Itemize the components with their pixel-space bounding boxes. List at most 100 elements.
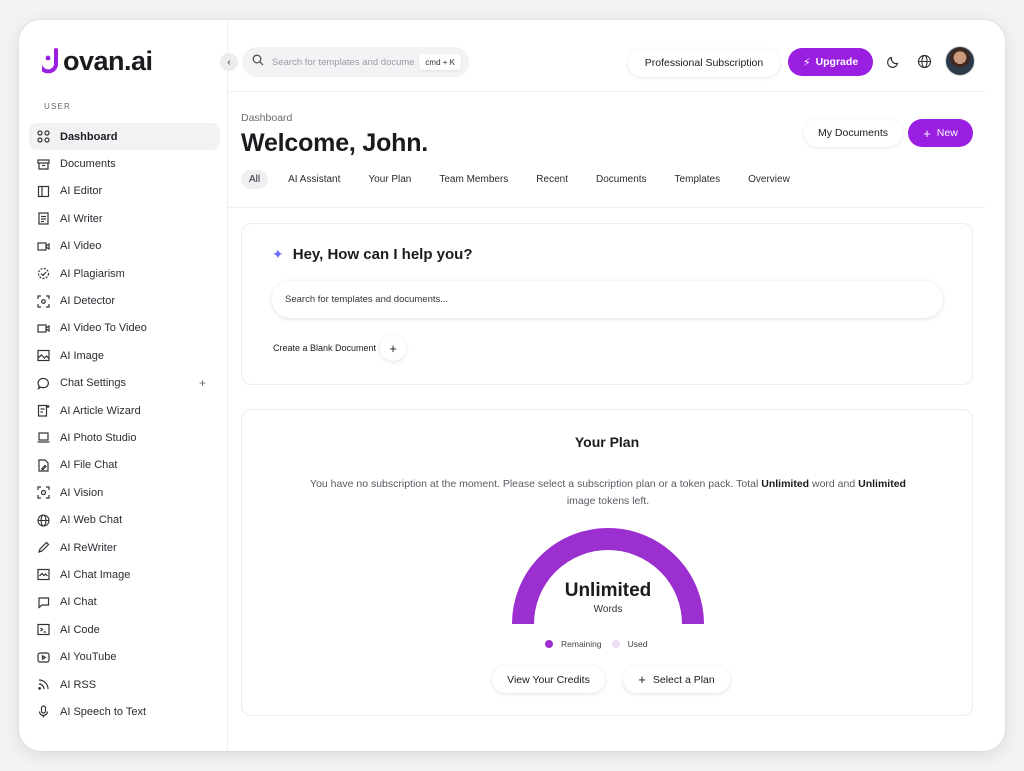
sidebar-item-ai-rewriter[interactable]: AI ReWriter	[29, 534, 220, 561]
upgrade-button[interactable]: ⚡ Upgrade	[788, 48, 873, 76]
my-documents-button[interactable]: My Documents	[804, 119, 902, 147]
plan-desc-part-2: word and	[812, 478, 856, 490]
search-placeholder: Search for templates and documents...	[272, 56, 414, 68]
sidebar-item-ai-speech-to-text[interactable]: AI Speech to Text	[29, 698, 220, 725]
plan-desc-part-3: image tokens left.	[566, 495, 650, 507]
plus-icon[interactable]: +	[199, 376, 206, 390]
sidebar-item-label: Documents	[60, 158, 116, 171]
logo-mark-icon	[42, 47, 62, 77]
sidebar-item-ai-editor[interactable]: AI Editor	[29, 178, 220, 205]
scan-icon	[37, 294, 50, 308]
new-button[interactable]: + New	[908, 119, 973, 147]
new-label: New	[936, 127, 958, 139]
sidebar-item-ai-web-chat[interactable]: AI Web Chat	[29, 506, 220, 533]
tab-recent[interactable]: Recent	[528, 170, 576, 189]
message-icon	[37, 596, 50, 609]
subscription-button[interactable]: Professional Subscription	[628, 49, 780, 77]
tab-templates[interactable]: Templates	[667, 170, 729, 189]
tab-team-members[interactable]: Team Members	[431, 170, 516, 189]
plan-card: Your Plan You have no subscription at th…	[241, 409, 973, 716]
sidebar-item-label: AI Writer	[60, 212, 103, 225]
sidebar-item-ai-vision[interactable]: AI Vision	[29, 479, 220, 506]
sidebar-item-label: AI Plagiarism	[60, 267, 125, 280]
collapse-sidebar-button[interactable]: ‹	[220, 53, 238, 71]
sidebar: ovan.ai USER Dashboard Documents AI Editor…	[19, 20, 228, 751]
sidebar-item-ai-code[interactable]: AI Code	[29, 616, 220, 643]
assistant-title: Hey, How can I help you?	[292, 246, 473, 263]
plus-icon[interactable]: +	[380, 335, 407, 361]
sidebar-item-label: AI Image	[60, 349, 105, 362]
tab-documents[interactable]: Documents	[588, 170, 655, 189]
plus-icon: +	[923, 125, 931, 141]
select-plan-button[interactable]: + Select a Plan	[623, 666, 730, 693]
tab-ai-assistant[interactable]: AI Assistant	[280, 170, 348, 189]
video-icon	[37, 240, 50, 253]
gauge-value: Unlimited	[564, 580, 652, 601]
sidebar-item-ai-chat[interactable]: AI Chat	[29, 589, 220, 616]
sidebar-item-ai-image[interactable]: AI Image	[29, 342, 220, 369]
brand-logo[interactable]: ovan.ai	[42, 46, 153, 77]
sidebar-item-ai-writer[interactable]: AI Writer	[29, 205, 220, 232]
sidebar-item-ai-video-to-video[interactable]: AI Video To Video	[29, 315, 220, 342]
header-divider	[228, 91, 985, 92]
legend-used: Used	[611, 639, 648, 649]
tab-your-plan[interactable]: Your Plan	[360, 170, 419, 189]
gauge-legend: Remaining Used	[545, 639, 657, 649]
sidebar-item-label: AI Chat Image	[60, 568, 131, 581]
globe-icon	[917, 54, 931, 68]
sidebar-item-label: AI Photo Studio	[60, 431, 137, 444]
legend-remaining: Remaining	[545, 639, 602, 649]
legend-remaining-swatch	[545, 640, 553, 648]
sidebar-item-ai-chat-image[interactable]: AI Chat Image	[29, 561, 220, 588]
moon-icon	[887, 56, 899, 68]
upgrade-label: Upgrade	[815, 56, 859, 68]
legend-used-swatch	[611, 640, 620, 648]
image-chat-icon	[37, 568, 50, 581]
sidebar-item-label: AI YouTube	[60, 651, 117, 664]
keyboard-shortcut-badge: cmd + K	[419, 54, 461, 70]
www-icon	[37, 514, 50, 527]
sidebar-item-ai-youtube[interactable]: AI YouTube	[29, 643, 220, 670]
user-avatar[interactable]	[945, 46, 975, 76]
tab-all[interactable]: All	[241, 170, 269, 189]
select-plan-label: Select a Plan	[652, 673, 715, 686]
sidebar-item-chat-settings[interactable]: Chat Settings +	[29, 370, 220, 397]
language-button[interactable]	[915, 52, 933, 70]
legend-used-label: Used	[627, 639, 648, 649]
view-credits-button[interactable]: View Your Credits	[492, 666, 605, 693]
sidebar-item-dashboard[interactable]: Dashboard	[29, 123, 220, 151]
global-search-input[interactable]: Search for templates and documents... cm…	[242, 47, 469, 77]
chevron-left-icon: ‹	[227, 56, 231, 68]
sidebar-item-label: AI Chat	[60, 596, 97, 609]
plus-icon: +	[638, 672, 646, 687]
sidebar-item-ai-detector[interactable]: AI Detector	[29, 287, 220, 314]
sidebar-item-ai-rss[interactable]: AI RSS	[29, 671, 220, 698]
sidebar-item-label: AI Code	[60, 623, 100, 636]
grid-icon	[37, 130, 50, 143]
sidebar-item-label: AI Video	[60, 240, 102, 253]
breadcrumb[interactable]: Dashboard	[241, 112, 292, 124]
tabs-divider	[228, 207, 985, 208]
sidebar-item-label: AI Detector	[60, 295, 116, 308]
terminal-icon	[37, 623, 50, 636]
sidebar-item-ai-video[interactable]: AI Video	[29, 233, 220, 260]
dashboard-tabs: All AI Assistant Your Plan Team Members Rece…	[241, 170, 810, 189]
assistant-search-input[interactable]: Search for templates and documents...	[272, 281, 943, 318]
plan-title: Your Plan	[574, 434, 640, 450]
sidebar-item-label: AI Speech to Text	[60, 705, 147, 718]
sidebar-item-ai-file-chat[interactable]: AI File Chat	[29, 452, 220, 479]
gauge-unit: Words	[593, 604, 623, 615]
sidebar-item-label: AI File Chat	[60, 459, 118, 472]
sidebar-item-ai-photo-studio[interactable]: AI Photo Studio	[29, 424, 220, 451]
tab-overview[interactable]: Overview	[740, 170, 798, 189]
page-title: Welcome, John.	[241, 129, 429, 157]
rss-icon	[37, 678, 50, 691]
sidebar-item-label: AI Editor	[60, 185, 103, 198]
dark-mode-toggle[interactable]	[885, 52, 903, 70]
sidebar-item-ai-plagiarism[interactable]: AI Plagiarism	[29, 260, 220, 287]
create-blank-document[interactable]: Create a Blank Document +	[273, 335, 407, 361]
sidebar-item-label: Dashboard	[60, 130, 118, 143]
check-circle-icon	[37, 267, 50, 280]
sidebar-item-ai-article-wizard[interactable]: AI Article Wizard	[29, 397, 220, 424]
sidebar-item-documents[interactable]: Documents	[29, 150, 220, 177]
